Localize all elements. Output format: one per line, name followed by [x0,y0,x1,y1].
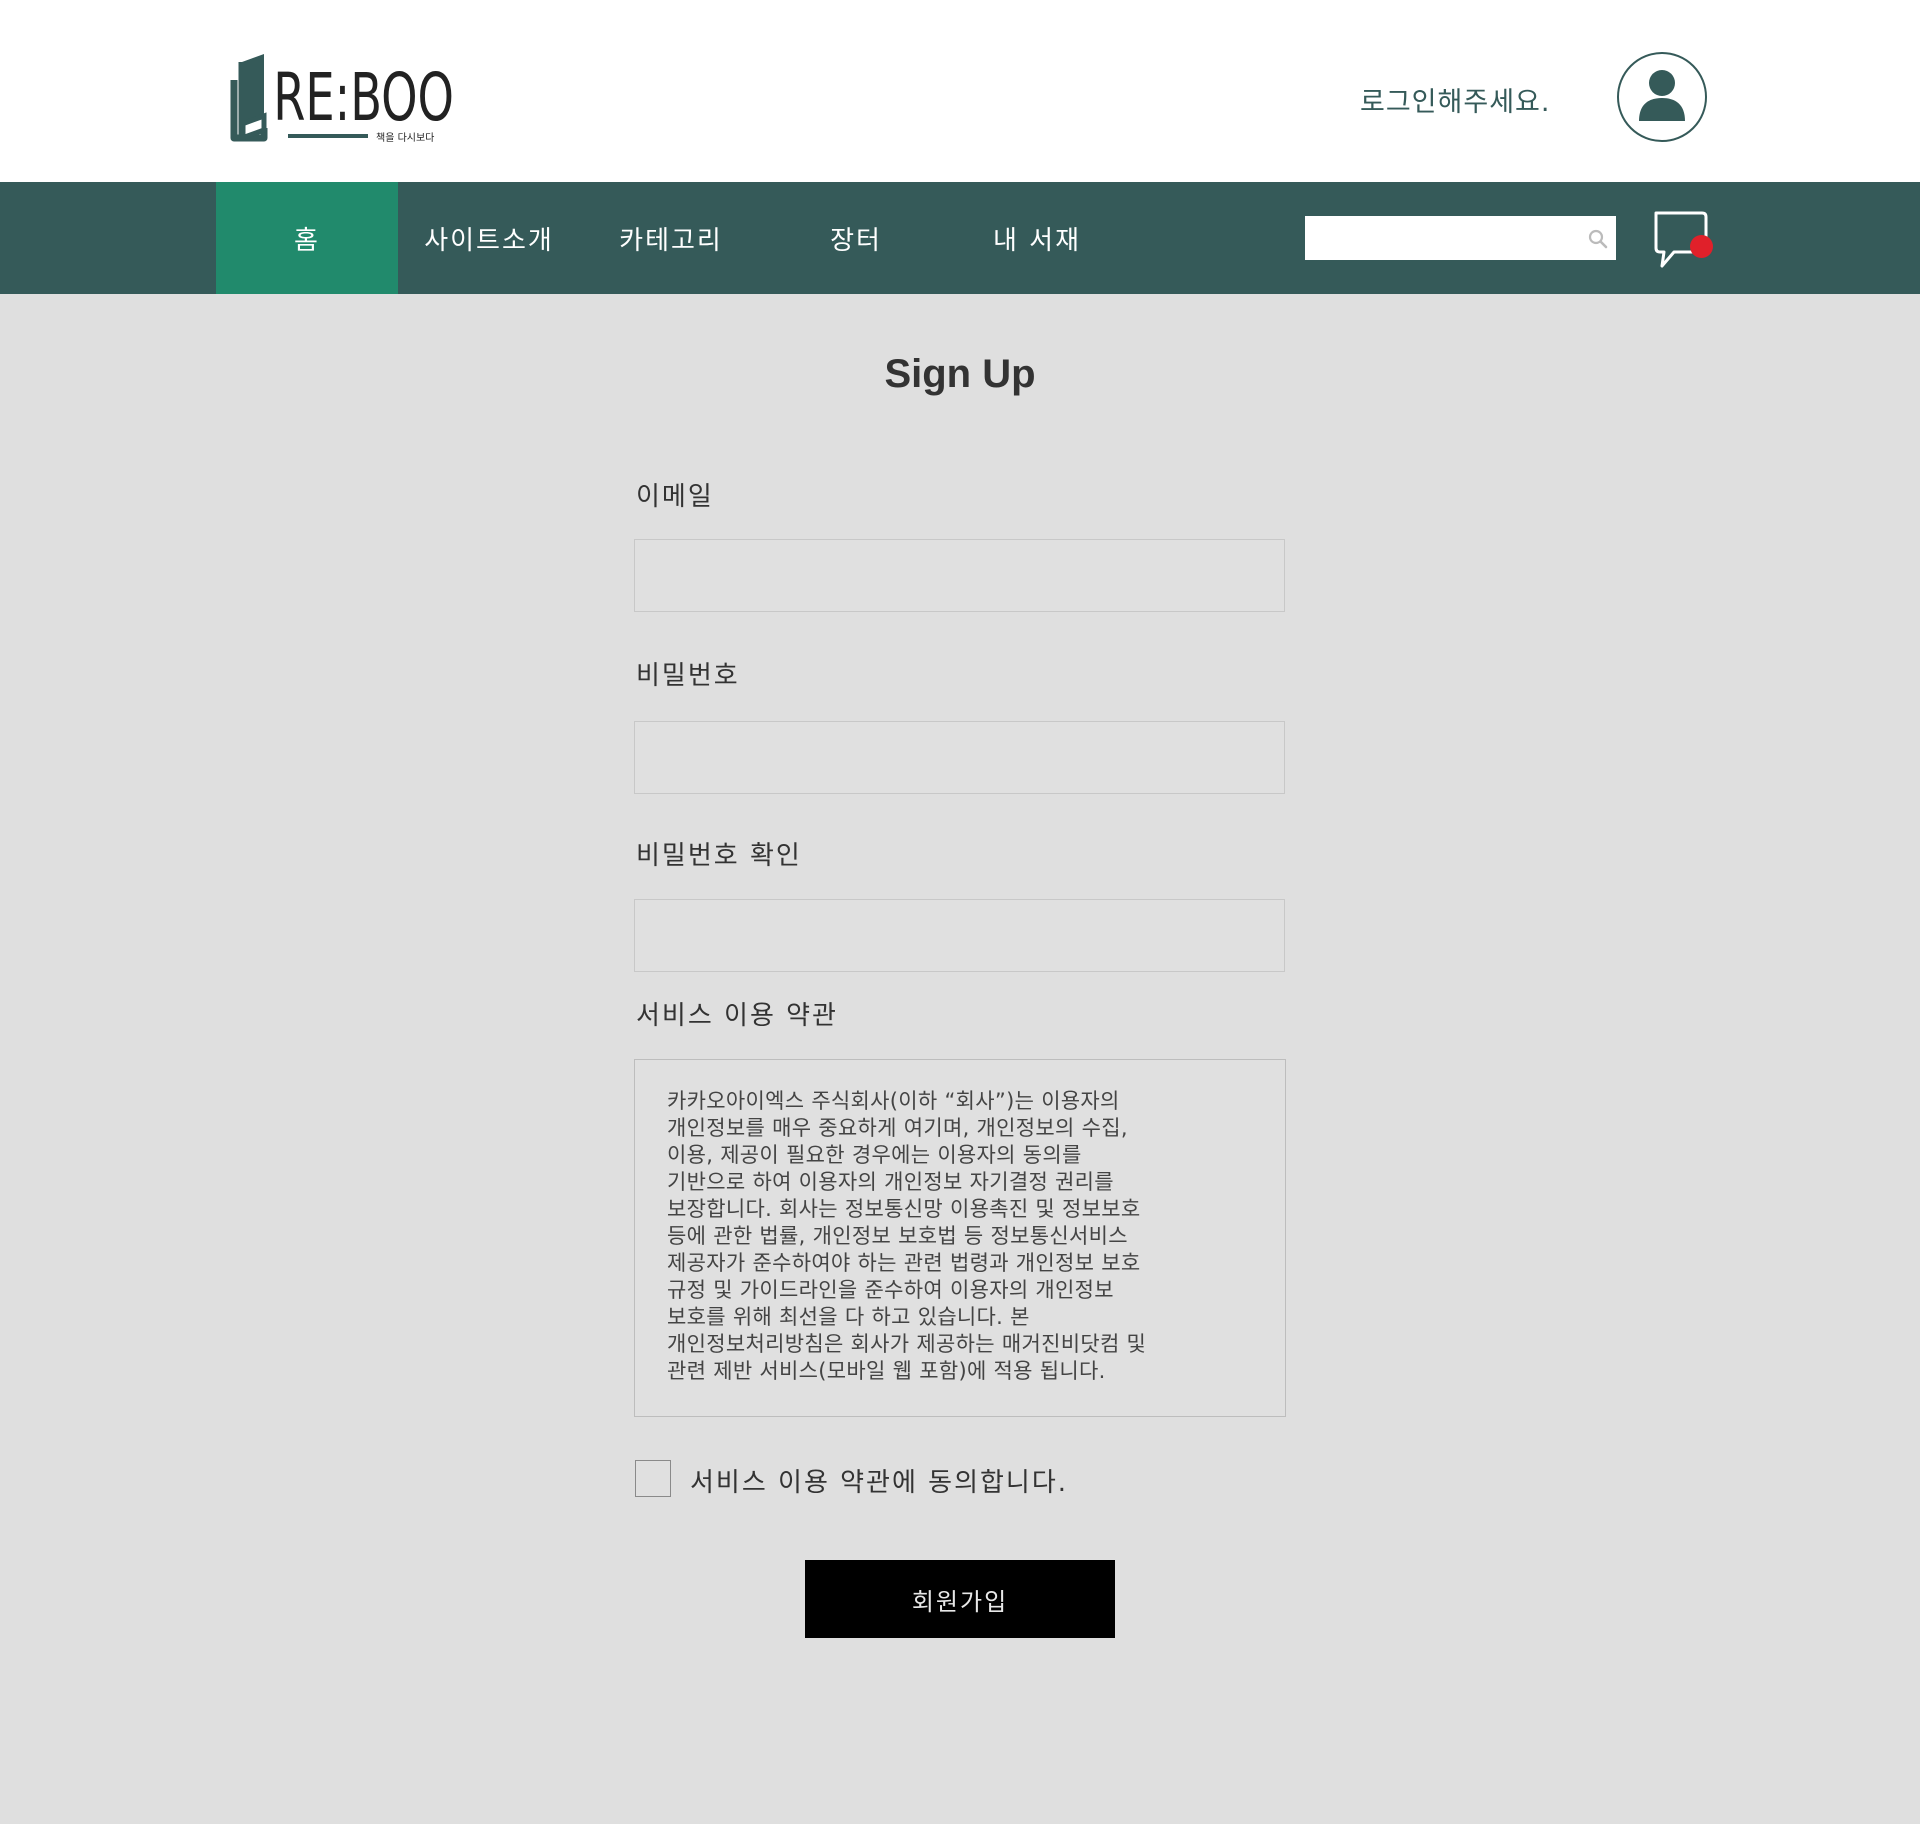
email-label: 이메일 [636,482,714,512]
search-icon[interactable] [1587,228,1609,250]
signup-button[interactable]: 회원가입 [805,1560,1115,1638]
nav-item-my-library[interactable]: 내 서재 [946,182,1128,294]
terms-text: 카카오아이엑스 주식회사(이하 “회사”)는 이용자의 개인정보를 매우 중요하… [667,1089,1147,1383]
logo-wordmark: RE:BOOK [273,59,458,136]
logo-tagline: 책을 다시보다 [376,132,434,144]
agree-label[interactable]: 서비스 이용 약관에 동의합니다. [690,1462,1068,1499]
main-nav: 홈 사이트소개 카테고리 장터 내 서재 [0,182,1920,294]
password-field[interactable] [634,721,1285,794]
login-prompt[interactable]: 로그인해주세요. [1360,80,1550,119]
agree-checkbox[interactable] [635,1460,671,1497]
nav-item-category[interactable]: 카테고리 [580,182,762,294]
avatar[interactable] [1617,52,1707,142]
search-box [1305,216,1616,260]
nav-item-about[interactable]: 사이트소개 [398,182,580,294]
password-label: 비밀번호 [636,661,740,691]
terms-box[interactable]: 카카오아이엑스 주식회사(이하 “회사”)는 이용자의 개인정보를 매우 중요하… [634,1059,1286,1417]
nav-item-home[interactable]: 홈 [216,182,398,294]
top-header: RE:BOOK 책을 다시보다 로그인해주세요. [0,0,1920,182]
search-input[interactable] [1305,216,1575,260]
terms-label: 서비스 이용 약관 [636,1001,838,1031]
rebook-logo[interactable]: RE:BOOK 책을 다시보다 [228,50,458,146]
password-confirm-field[interactable] [634,899,1285,972]
user-icon [1639,70,1685,121]
password-confirm-label: 비밀번호 확인 [636,841,802,871]
nav-item-market[interactable]: 장터 [765,182,947,294]
email-field[interactable] [634,539,1285,612]
notification-badge [1690,235,1713,258]
page-title: Sign Up [884,352,1036,396]
